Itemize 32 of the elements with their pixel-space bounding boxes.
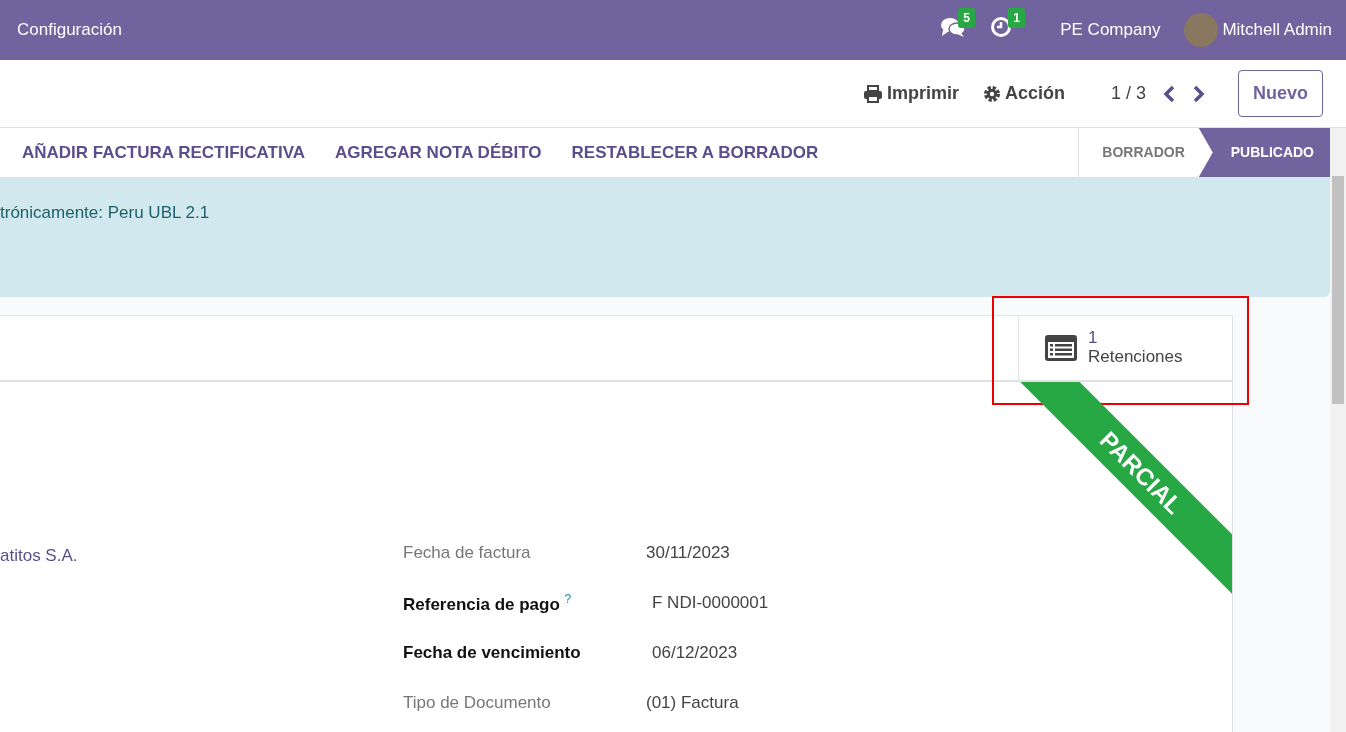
field-label: Tipo de Documento xyxy=(403,692,552,714)
status-action-button[interactable]: RESTABLECER A BORRADOR xyxy=(571,139,819,166)
chevron-right-icon[interactable] xyxy=(1192,84,1206,103)
list-icon xyxy=(1044,334,1078,362)
status-action-button[interactable]: AÑADIR FACTURA RECTIFICATIVA xyxy=(22,139,305,166)
status-action-button[interactable]: AGREGAR NOTA DÉBITO xyxy=(335,139,542,166)
message-count-badge: 5 xyxy=(958,7,975,28)
gear-icon xyxy=(982,84,1001,103)
alert-message: trónicamente: Peru UBL 2.1 xyxy=(0,202,211,224)
field-label: Fecha de vencimiento xyxy=(403,642,582,664)
field-value[interactable]: 06/12/2023 xyxy=(646,640,738,690)
help-tooltip-mark[interactable]: ? xyxy=(564,592,572,606)
status-stage[interactable]: PUBLICADO xyxy=(1198,128,1330,177)
print-button[interactable]: Imprimir xyxy=(862,80,959,107)
user-name[interactable]: Mitchell Admin xyxy=(1222,17,1332,43)
field-label: Fecha de factura xyxy=(403,542,532,564)
avatar xyxy=(1184,13,1219,47)
field-label: Referencia de pago xyxy=(403,594,560,614)
company-name[interactable]: PE Company xyxy=(1060,17,1161,43)
clock-icon[interactable] xyxy=(990,15,1013,38)
printer-icon xyxy=(862,84,883,103)
action-button[interactable]: Acción xyxy=(982,80,1065,107)
field-value[interactable]: 30/11/2023 xyxy=(646,540,730,590)
chevron-left-icon[interactable] xyxy=(1162,84,1176,103)
pager-counter: 1 / 3 xyxy=(1110,82,1146,105)
partner-link[interactable]: atitos S.A. xyxy=(0,540,403,732)
activity-count-badge: 1 xyxy=(1008,7,1025,28)
field-value[interactable]: (01) Factura xyxy=(646,690,739,732)
menu-title[interactable]: Configuración xyxy=(17,17,122,43)
field-value[interactable]: F NDI-0000001 xyxy=(646,590,769,640)
scrollbar-thumb[interactable] xyxy=(1332,176,1344,404)
new-button[interactable]: Nuevo xyxy=(1238,70,1323,117)
